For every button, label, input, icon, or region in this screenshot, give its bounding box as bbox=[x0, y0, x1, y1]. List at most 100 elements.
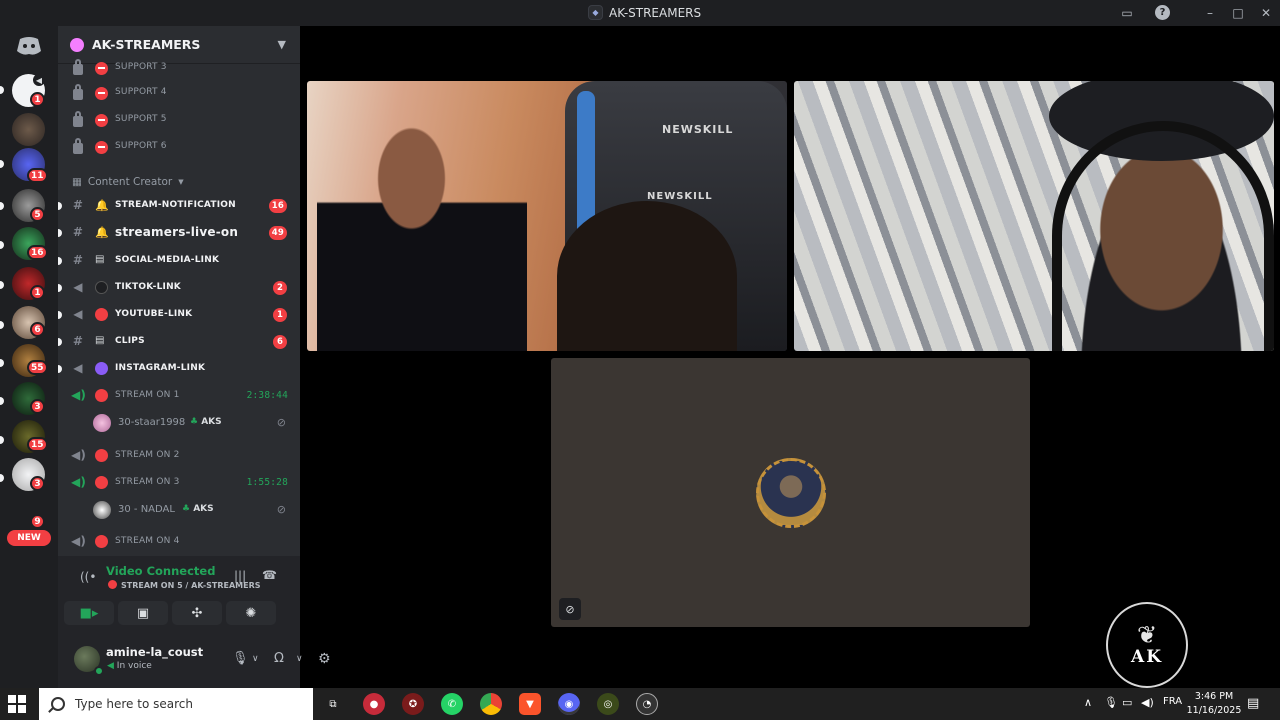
voice-user[interactable]: 30-staar1998 ♣ AKS ⊘ bbox=[58, 412, 300, 434]
channel-support-4[interactable]: SUPPORT 4 bbox=[58, 82, 300, 104]
server-unread-pip bbox=[0, 202, 4, 210]
activities-button[interactable]: ✣ bbox=[172, 601, 222, 625]
voice-icon: ◀ bbox=[107, 661, 114, 671]
brave-icon[interactable]: ▼ bbox=[519, 693, 541, 715]
microphone-icon[interactable]: 🎙 bbox=[232, 651, 249, 666]
obs-icon[interactable]: ◔ bbox=[636, 693, 658, 715]
voice-user[interactable]: 30 - NADAL ♣ AKS ⊘ bbox=[58, 499, 300, 521]
whatsapp-icon[interactable]: ✆ bbox=[441, 693, 463, 715]
logo-text: AK bbox=[1131, 647, 1163, 667]
task-view-icon[interactable]: ⧉ bbox=[322, 693, 344, 715]
clock[interactable]: 3:46 PM 11/16/2025 bbox=[1184, 690, 1244, 718]
mention-count: 16 bbox=[268, 199, 287, 213]
camera-button[interactable]: ■▸ bbox=[64, 601, 114, 625]
show-hidden-icons[interactable]: ∧ bbox=[1084, 696, 1092, 709]
avatar bbox=[93, 414, 111, 432]
chevron-down-icon[interactable]: ∨ bbox=[296, 654, 303, 664]
disconnect-icon[interactable]: ☎ bbox=[262, 568, 277, 582]
settings-gear-icon[interactable]: ⚙ bbox=[318, 651, 331, 667]
record-icon bbox=[95, 389, 108, 402]
category-content-creator[interactable]: ▦ Content Creator ▼ bbox=[72, 176, 184, 188]
notifications-icon[interactable]: ▤ bbox=[1247, 696, 1259, 711]
noise-suppression-icon[interactable]: ||| bbox=[234, 569, 246, 583]
bell-icon: 🔔 bbox=[95, 199, 109, 212]
channel-support-3[interactable]: SUPPORT 3 bbox=[58, 57, 300, 79]
volume-icon[interactable]: ◀) bbox=[1141, 696, 1154, 709]
video-tile-camera-off[interactable]: ⊘ bbox=[551, 358, 1030, 627]
voice-channel-stream-on-2[interactable]: ◀) STREAM ON 2 bbox=[58, 445, 300, 467]
taskbar-search[interactable]: Type here to search bbox=[39, 688, 313, 720]
new-servers-pill[interactable]: NEW bbox=[7, 530, 51, 546]
chair-brand-text: NEWSKILL bbox=[647, 191, 713, 202]
start-button[interactable] bbox=[8, 695, 26, 713]
chevron-down-icon: ▼ bbox=[178, 178, 184, 186]
activities-icon: ✣ bbox=[191, 605, 203, 621]
camera-icon: ■▸ bbox=[79, 605, 99, 621]
category-icon: ▦ bbox=[72, 176, 82, 188]
tag-icon: ♣ bbox=[190, 417, 199, 427]
voice-channel-stream-on-1[interactable]: ◀) STREAM ON 1 2:38:44 bbox=[58, 385, 300, 407]
app-icon[interactable]: ✪ bbox=[402, 693, 424, 715]
video-tile[interactable]: NEWSKILL NEWSKILL bbox=[307, 81, 787, 351]
channel-streamers-live-on[interactable]: # 🔔 streamers-live-on 49 bbox=[58, 222, 300, 244]
maximize-button[interactable]: □ bbox=[1229, 4, 1247, 22]
soundboard-button[interactable]: ✺ bbox=[226, 601, 276, 625]
network-icon[interactable]: ▭ bbox=[1122, 696, 1132, 709]
speaker-icon: ◀) bbox=[71, 388, 87, 402]
speaker-icon: ◀) bbox=[71, 475, 87, 489]
server-icon[interactable] bbox=[12, 113, 45, 146]
blocked-icon bbox=[95, 61, 108, 75]
username[interactable]: amine-la_coust bbox=[106, 645, 203, 659]
language-indicator[interactable]: FRA bbox=[1163, 696, 1182, 707]
inbox-icon[interactable]: ▭ bbox=[1118, 4, 1136, 22]
channel-stream-notification[interactable]: # 🔔 STREAM-NOTIFICATION 16 bbox=[58, 195, 300, 217]
voice-status[interactable]: Video Connected bbox=[106, 564, 215, 578]
channel-tiktok-link[interactable]: ◀ TIKTOK-LINK 2 bbox=[58, 277, 300, 299]
hash-icon: # bbox=[72, 225, 84, 239]
recorder-app-icon[interactable]: ● bbox=[363, 693, 385, 715]
announcement-icon: ◀ bbox=[73, 280, 83, 294]
help-icon[interactable]: ? bbox=[1155, 5, 1170, 20]
voice-channel-stream-on-3[interactable]: ◀) STREAM ON 3 1:55:28 bbox=[58, 472, 300, 494]
eagle-icon: ❦ bbox=[1136, 621, 1158, 649]
record-icon bbox=[95, 449, 108, 462]
video-tile[interactable] bbox=[794, 81, 1274, 351]
server-badge: 15 bbox=[27, 437, 48, 452]
server-badge: 11 bbox=[27, 168, 48, 183]
discord-home-icon[interactable] bbox=[12, 33, 46, 59]
channel-clips[interactable]: # ▤ CLIPS 6 bbox=[58, 331, 300, 353]
search-placeholder: Type here to search bbox=[75, 697, 193, 711]
server-badge: 9 bbox=[30, 514, 45, 529]
screen-share-button[interactable]: ▣ bbox=[118, 601, 168, 625]
unread-pip bbox=[58, 338, 62, 346]
channel-support-5[interactable]: SUPPORT 5 bbox=[58, 109, 300, 131]
channel-social-media-link[interactable]: # ▤ SOCIAL-MEDIA-LINK bbox=[58, 250, 300, 272]
server-rail: ◀ 1 11 5 16 1 6 55 3 15 3 9 NEW bbox=[0, 26, 58, 688]
voice-channel-stream-on-4[interactable]: ◀) STREAM ON 4 bbox=[58, 531, 300, 553]
microphone-tray-icon[interactable]: 🎙 bbox=[1104, 696, 1118, 709]
close-button[interactable]: ✕ bbox=[1257, 4, 1275, 22]
mention-count: 49 bbox=[268, 226, 287, 240]
deafened-icon: ⊘ bbox=[276, 416, 286, 429]
minimize-button[interactable]: – bbox=[1201, 4, 1219, 22]
channel-label: STREAM ON 4 bbox=[115, 536, 180, 546]
channel-label: YOUTUBE-LINK bbox=[115, 309, 193, 319]
youtube-icon bbox=[95, 308, 108, 321]
avatar bbox=[93, 501, 111, 519]
unread-pip bbox=[58, 229, 62, 237]
chrome-icon[interactable] bbox=[480, 693, 502, 715]
boost-icon bbox=[70, 37, 84, 52]
discord-icon[interactable]: ◉ bbox=[558, 693, 580, 715]
unread-pip bbox=[58, 284, 62, 292]
server-badge: 55 bbox=[27, 360, 48, 375]
headphones-icon[interactable]: Ω bbox=[274, 651, 284, 666]
status-indicator bbox=[94, 666, 104, 676]
channel-support-6[interactable]: SUPPORT 6 bbox=[58, 136, 300, 158]
channel-youtube-link[interactable]: ◀ YOUTUBE-LINK 1 bbox=[58, 304, 300, 326]
server-badge: 1 bbox=[30, 285, 45, 300]
chevron-down-icon[interactable]: ∨ bbox=[252, 654, 259, 664]
channel-instagram-link[interactable]: ◀ INSTAGRAM-LINK bbox=[58, 358, 300, 380]
app-icon[interactable]: ◎ bbox=[597, 693, 619, 715]
video-off-icon: ⊘ bbox=[559, 598, 581, 620]
server-name: AK-STREAMERS bbox=[92, 37, 201, 52]
